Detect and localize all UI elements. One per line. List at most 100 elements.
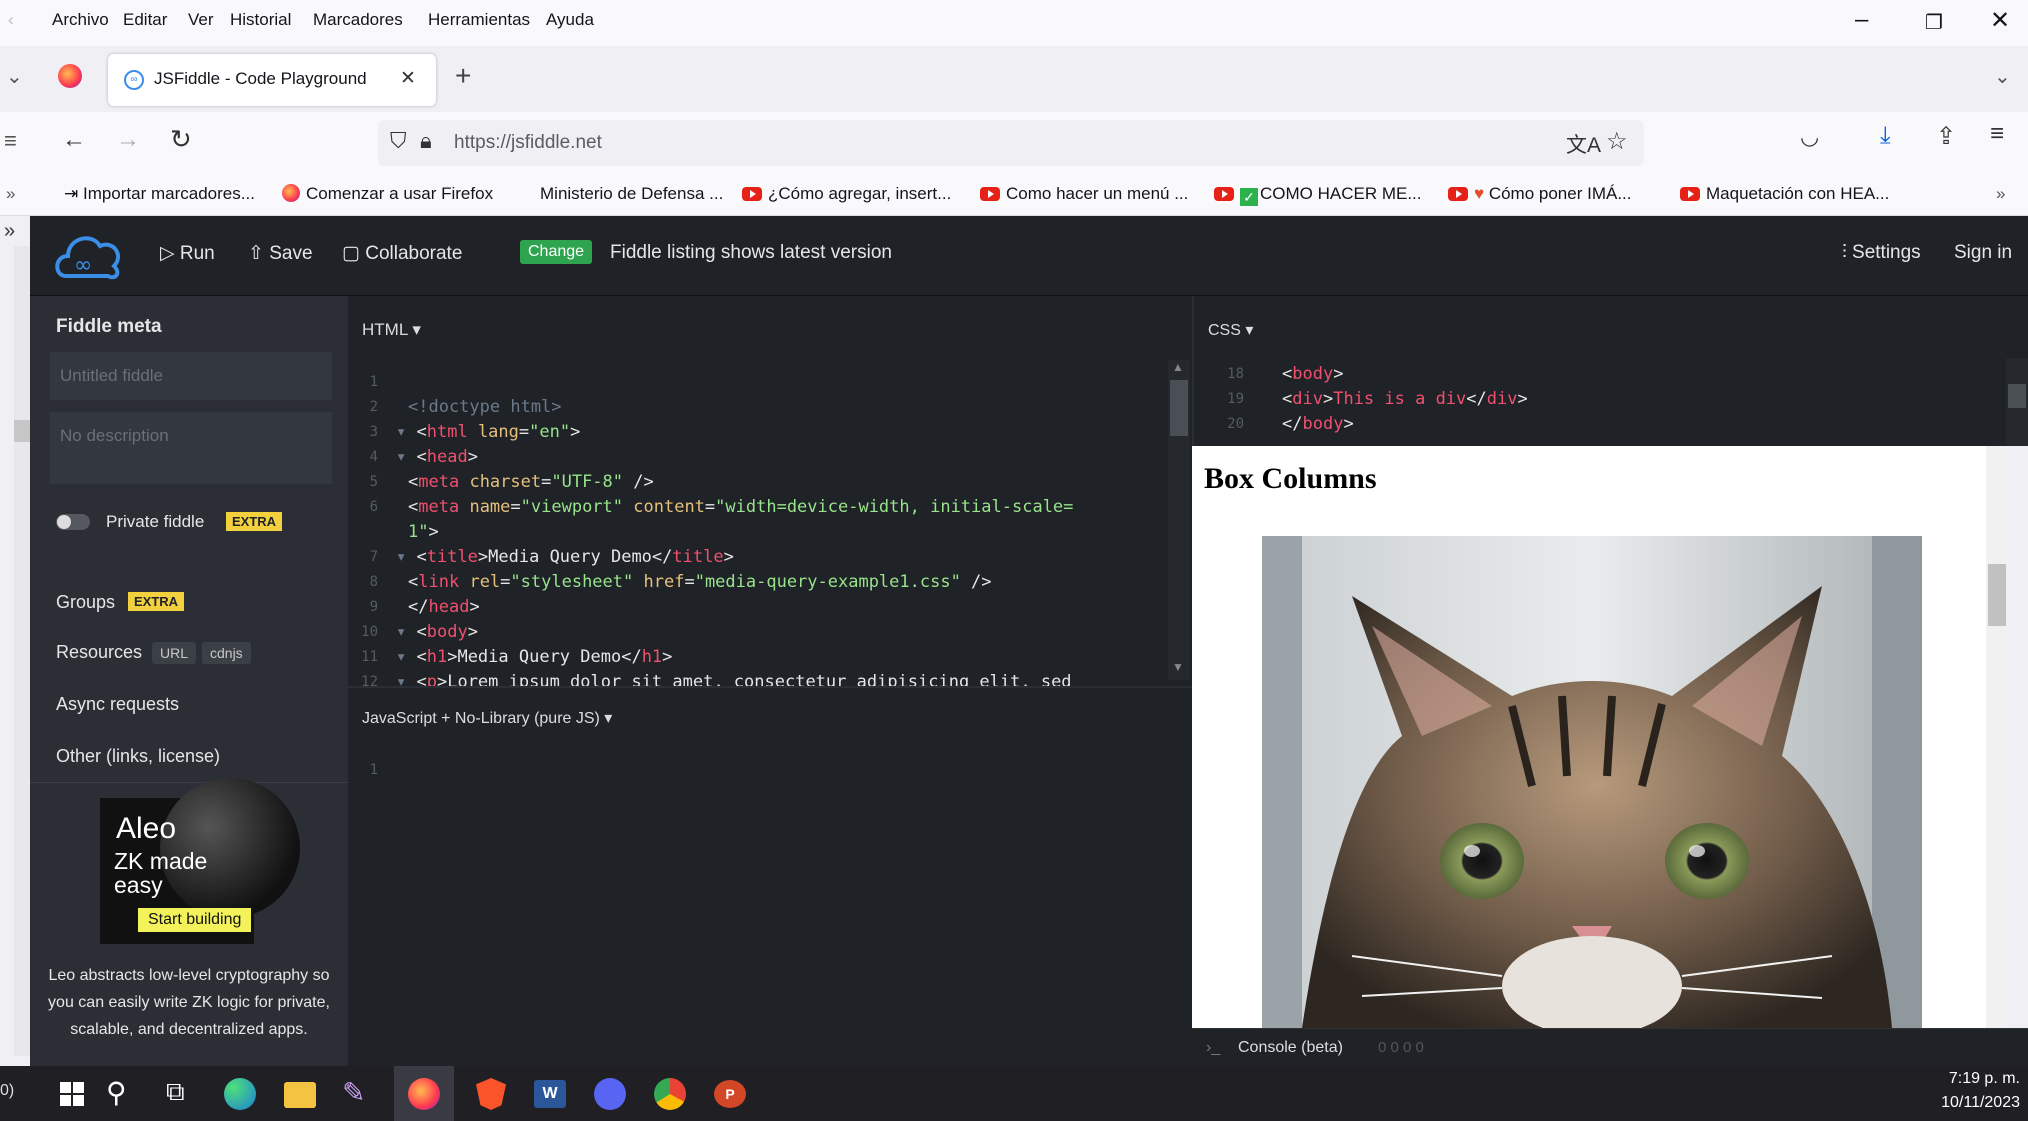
pocket-icon[interactable]: ◡ <box>1800 124 1819 150</box>
tab-jsfiddle[interactable]: ∞ JSFiddle - Code Playground ✕ <box>108 54 436 106</box>
save-button[interactable]: ⇧ Save <box>248 242 313 265</box>
run-button[interactable]: ▷ Run <box>160 242 215 265</box>
menu-historial[interactable]: Historial <box>230 10 291 30</box>
console-bar[interactable]: ›_ Console (beta) 0 0 0 0 <box>1192 1028 2028 1066</box>
aleo-ad[interactable]: Aleo ZK made easy Start building <box>100 778 300 944</box>
lock-icon[interactable]: 🔒︎ <box>420 128 432 154</box>
page-scrollbar-thumb[interactable] <box>14 420 30 442</box>
bookmark-star-icon[interactable]: ☆ <box>1606 127 1628 156</box>
back-icon[interactable]: ← <box>62 126 86 154</box>
code-line: <!doctype html> <box>408 397 562 417</box>
fiddle-description-input[interactable]: No description <box>50 412 332 484</box>
settings-button[interactable]: ⫶ Settings <box>1842 242 1921 264</box>
scroll-up-icon[interactable]: ▲ <box>1172 360 1184 374</box>
private-toggle[interactable] <box>56 514 90 530</box>
result-frame[interactable]: Box Columns ⌃ <box>1192 446 2004 1028</box>
code-line: ▾ <head> <box>396 447 478 467</box>
page-scrollbar[interactable] <box>14 246 30 1056</box>
shield-icon[interactable]: ⛉ <box>390 128 407 154</box>
code-line: 1"> <box>408 522 439 542</box>
url-pill[interactable]: URL <box>152 642 197 664</box>
bookmark-firefox[interactable]: Comenzar a usar Firefox <box>282 184 493 204</box>
menu-archivo[interactable]: Archivo <box>52 10 109 30</box>
sidebar-expand-icon[interactable]: » <box>4 220 15 243</box>
fiddle-name-input[interactable]: Untitled fiddle <box>50 352 332 400</box>
code-line: ▾ <body> <box>396 622 478 642</box>
sidebar-chevron-icon[interactable]: » <box>6 184 15 204</box>
word-icon[interactable]: W <box>534 1080 566 1108</box>
menu-marcadores[interactable]: Marcadores <box>313 10 403 30</box>
download-icon[interactable]: ⤓ <box>1880 122 1891 150</box>
tab-overflow-icon[interactable]: ⌄ <box>1994 64 2011 89</box>
css-scrollbar[interactable] <box>2006 358 2028 446</box>
result-scrollbar-thumb[interactable] <box>1988 564 2006 626</box>
divider <box>30 782 348 783</box>
result-scrollbar[interactable] <box>1986 446 2008 1028</box>
ad-line1: ZK made <box>114 848 208 874</box>
clock-time[interactable]: 7:19 p. m. <box>1920 1070 2020 1088</box>
js-editor[interactable]: JavaScript + No-Library (pure JS) ▾ 1 <box>348 686 1192 1066</box>
start-building-button[interactable]: Start building <box>138 908 252 932</box>
file-explorer-icon[interactable] <box>284 1082 316 1108</box>
bookmarks-overflow-icon[interactable]: » <box>1996 184 2005 204</box>
tab-close-icon[interactable]: ✕ <box>400 67 416 90</box>
menu-herramientas[interactable]: Herramientas <box>428 10 530 30</box>
chrome-icon[interactable] <box>654 1078 686 1110</box>
bookmark-import[interactable]: ⇥ Importar marcadores... <box>64 184 255 204</box>
collaborate-button[interactable]: ▢ Collaborate <box>342 242 462 265</box>
bookmark-youtube-5[interactable]: Maquetación con HEA... <box>1680 184 1889 204</box>
minimize-icon[interactable]: – <box>1855 6 1868 34</box>
task-view-icon[interactable]: ⧉ <box>166 1076 185 1108</box>
menu-editar[interactable]: Editar <box>123 10 167 30</box>
resources-item[interactable]: Resources <box>56 642 142 663</box>
paint-icon[interactable]: ✎ <box>342 1076 365 1109</box>
other-item[interactable]: Other (links, license) <box>56 746 220 767</box>
scroll-down-icon[interactable]: ▼ <box>1172 660 1184 674</box>
css-panel-label[interactable]: CSS ▾ <box>1208 320 1253 340</box>
bookmark-youtube-3[interactable]: ✓ COMO HACER ME... <box>1214 184 1422 206</box>
code-line: <meta name="viewport" content="width=dev… <box>408 497 1074 517</box>
html-panel-label[interactable]: HTML ▾ <box>362 320 421 340</box>
bookmark-youtube-1[interactable]: ¿Cómo agregar, insert... <box>742 184 951 204</box>
html-editor[interactable]: HTML ▾ 1 2 3 4 5 6 7 8 9 10 11 12 <!doct… <box>348 296 1192 692</box>
url-bar[interactable]: ⛉ 🔒︎ https://jsfiddle.net 文A ☆ <box>378 120 1644 166</box>
bookmark-youtube-2[interactable]: Como hacer un menú ... <box>980 184 1188 204</box>
change-badge[interactable]: Change <box>520 240 593 264</box>
firefox-icon[interactable] <box>58 64 82 88</box>
html-scrollbar-thumb[interactable] <box>1170 380 1188 436</box>
search-icon[interactable]: ⚲ <box>106 1076 127 1109</box>
bookmark-ministerio[interactable]: Ministerio de Defensa ... <box>540 184 723 204</box>
translate-icon[interactable]: 文A <box>1566 129 1601 159</box>
fiddle-meta-sidebar: Fiddle meta Untitled fiddle No descripti… <box>30 296 348 1066</box>
url-text[interactable]: https://jsfiddle.net <box>454 132 602 154</box>
brave-icon[interactable] <box>476 1078 506 1110</box>
discord-icon[interactable] <box>594 1078 626 1110</box>
js-panel-label[interactable]: JavaScript + No-Library (pure JS) ▾ <box>362 708 612 728</box>
new-tab-icon[interactable]: + <box>455 60 471 92</box>
html-scrollbar[interactable]: ▲ ▼ <box>1168 360 1190 680</box>
css-scrollbar-thumb[interactable] <box>2008 384 2026 408</box>
async-requests-item[interactable]: Async requests <box>56 694 179 715</box>
forward-icon[interactable]: → <box>116 126 140 154</box>
jsfiddle-logo-icon[interactable]: ∞ <box>52 226 126 284</box>
app-menu-icon[interactable]: ≡ <box>1990 120 2004 148</box>
menu-ver[interactable]: Ver <box>188 10 214 30</box>
console-label[interactable]: Console (beta) <box>1238 1039 1343 1057</box>
menu-ayuda[interactable]: Ayuda <box>546 10 594 30</box>
clock-date[interactable]: 10/11/2023 <box>1920 1094 2020 1112</box>
edge-icon[interactable] <box>224 1078 256 1110</box>
restore-icon[interactable]: ❐ <box>1925 10 1943 35</box>
sign-in-button[interactable]: Sign in <box>1954 242 2012 264</box>
extensions-icon[interactable]: ⇪ <box>1936 122 1956 151</box>
tab-list-icon[interactable]: ⌄ <box>6 64 23 89</box>
cdnjs-pill[interactable]: cdnjs <box>202 642 251 664</box>
powerpoint-icon[interactable]: P <box>714 1080 746 1108</box>
windows-start-icon[interactable] <box>60 1082 84 1106</box>
code-line: </body> <box>1282 414 1354 434</box>
firefox-taskbar-active[interactable] <box>394 1066 454 1121</box>
bookmark-youtube-4[interactable]: ♥ Cómo poner IMÁ... <box>1448 184 1632 204</box>
close-window-icon[interactable]: ✕ <box>1990 6 2010 35</box>
groups-item[interactable]: Groups <box>56 592 115 613</box>
css-editor[interactable]: CSS ▾ 18 19 20 <body> <div>This is a div… <box>1192 296 2028 446</box>
reload-icon[interactable]: ↻ <box>170 124 192 155</box>
